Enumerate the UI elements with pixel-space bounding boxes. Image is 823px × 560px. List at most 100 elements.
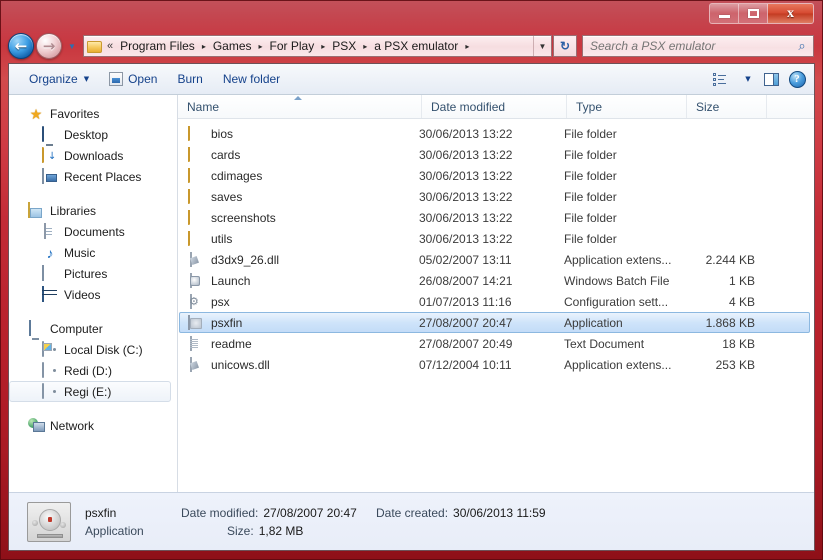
file-size-cell: 4 KB xyxy=(728,294,755,309)
breadcrumb-item-program-files[interactable]: Program Files xyxy=(117,38,198,54)
column-header-name[interactable]: Name xyxy=(178,95,422,118)
chevron-right-icon[interactable]: ▸ xyxy=(359,42,371,51)
breadcrumb-item-psx[interactable]: PSX xyxy=(329,38,359,54)
breadcrumb[interactable]: « Program Files ▸ Games ▸ For Play ▸ PSX… xyxy=(84,36,533,56)
table-row[interactable]: cdimages 30/06/2013 13:22 File folder xyxy=(179,165,810,186)
file-date-cell: 27/08/2007 20:49 xyxy=(419,336,513,351)
minimize-button[interactable] xyxy=(710,4,739,23)
sidebar-item-local-disk-c[interactable]: Local Disk (C:) xyxy=(9,339,177,360)
sidebar-group-label: Favorites xyxy=(50,106,100,121)
file-date-cell: 26/08/2007 14:21 xyxy=(419,273,513,288)
address-dropdown-button[interactable]: ▼ xyxy=(533,36,551,56)
file-name-label: screenshots xyxy=(211,210,276,225)
table-row[interactable]: screenshots 30/06/2013 13:22 File folder xyxy=(179,207,810,228)
view-dropdown-button[interactable]: ▼ xyxy=(732,68,758,91)
preview-pane-button[interactable] xyxy=(758,68,784,91)
command-bar: Organize ▼ Open Burn New folder ▼ ? xyxy=(9,64,814,95)
file-type-cell: File folder xyxy=(564,210,617,225)
details-file-name: psxfin xyxy=(85,505,117,520)
recent-locations-button[interactable]: ▼ xyxy=(65,33,79,59)
table-row[interactable]: utils 30/06/2013 13:22 File folder xyxy=(179,228,810,249)
search-icon[interactable]: ⌕ xyxy=(791,38,813,54)
table-row[interactable]: readme 27/08/2007 20:49 Text Document 18 KB xyxy=(179,333,810,354)
explorer-window: x ← → ▼ « Program Files ▸ Games ▸ For Pl… xyxy=(0,0,823,560)
refresh-icon: ↻ xyxy=(559,39,571,53)
search-box[interactable]: ⌕ xyxy=(582,35,814,57)
chevron-right-icon[interactable]: ▸ xyxy=(461,42,473,51)
sidebar-group-network[interactable]: Network xyxy=(9,415,177,436)
sidebar-item-label: Desktop xyxy=(64,127,109,142)
file-size-cell: 1 KB xyxy=(728,273,755,288)
breadcrumb-item-a-psx-emulator[interactable]: a PSX emulator xyxy=(371,38,461,54)
breadcrumb-item-games[interactable]: Games xyxy=(210,38,255,54)
table-row[interactable]: bios 30/06/2013 13:22 File folder xyxy=(179,123,810,144)
breadcrumb-overflow-icon[interactable]: « xyxy=(105,40,117,52)
sidebar-item-regi-e[interactable]: Regi (E:) xyxy=(9,381,171,402)
sidebar-item-pictures[interactable]: Pictures xyxy=(9,263,177,284)
column-header-date-modified[interactable]: Date modified xyxy=(422,95,567,118)
sidebar-item-label: Redi (D:) xyxy=(64,363,113,378)
sidebar-item-documents[interactable]: Documents xyxy=(9,221,177,242)
open-button[interactable]: Open xyxy=(99,68,167,91)
new-folder-button[interactable]: New folder xyxy=(213,68,290,91)
burn-button[interactable]: Burn xyxy=(167,68,212,91)
body-split: ★ Favorites Desktop ↓ Downloads Recent P… xyxy=(9,95,814,492)
forward-arrow-icon: → xyxy=(42,36,56,55)
sidebar-item-downloads[interactable]: ↓ Downloads xyxy=(9,145,177,166)
chevron-right-icon[interactable]: ▸ xyxy=(317,42,329,51)
organize-button[interactable]: Organize ▼ xyxy=(19,68,99,91)
table-row[interactable]: saves 30/06/2013 13:22 File folder xyxy=(179,186,810,207)
chevron-right-icon[interactable]: ▸ xyxy=(255,42,267,51)
table-row[interactable]: psx 01/07/2013 11:16 Configuration sett...… xyxy=(179,291,810,312)
column-header-label: Date modified xyxy=(431,99,506,114)
file-name-label: d3dx9_26.dll xyxy=(211,252,280,267)
maximize-button[interactable] xyxy=(739,4,768,23)
details-line-primary: psxfin Date modified: 27/08/2007 20:47 D… xyxy=(85,506,546,520)
sidebar-item-redi-d[interactable]: Redi (D:) xyxy=(9,360,177,381)
chevron-right-icon[interactable]: ▸ xyxy=(198,42,210,51)
help-button[interactable]: ? xyxy=(784,68,810,91)
window-controls: x xyxy=(709,3,814,24)
sidebar-item-music[interactable]: ♪ Music xyxy=(9,242,177,263)
back-button[interactable]: ← xyxy=(8,33,34,59)
table-row[interactable]: psxfin 27/08/2007 20:47 Application 1.868 K… xyxy=(179,312,810,333)
sidebar-group-libraries[interactable]: Libraries xyxy=(9,200,177,221)
file-size-cell: 1.868 KB xyxy=(705,315,755,330)
file-size-cell: 2.244 KB xyxy=(705,252,755,267)
column-header-size[interactable]: Size xyxy=(687,95,767,118)
libraries-icon xyxy=(28,201,44,219)
column-header-label: Size xyxy=(696,99,720,114)
file-name-cell: readme xyxy=(180,335,419,352)
details-date-created: Date created: 30/06/2013 11:59 xyxy=(376,506,546,520)
file-date-cell: 30/06/2013 13:22 xyxy=(419,126,513,141)
batch-file-icon xyxy=(188,272,204,289)
hard-drive-icon xyxy=(42,340,58,358)
table-row[interactable]: Launch 26/08/2007 14:21 Windows Batch File… xyxy=(179,270,810,291)
file-name-label: Launch xyxy=(211,273,251,288)
back-arrow-icon: ← xyxy=(14,36,28,55)
refresh-button[interactable]: ↻ xyxy=(553,35,577,57)
sidebar-item-desktop[interactable]: Desktop xyxy=(9,124,177,145)
column-header-type[interactable]: Type xyxy=(567,95,687,118)
table-row[interactable]: d3dx9_26.dll 05/02/2007 13:11 Application … xyxy=(179,249,810,270)
table-row[interactable]: unicows.dll 07/12/2004 10:11 Application e… xyxy=(179,354,810,375)
sort-ascending-icon xyxy=(294,96,302,100)
breadcrumb-item-for-play[interactable]: For Play xyxy=(267,38,318,54)
open-icon xyxy=(109,72,124,86)
documents-icon xyxy=(42,222,58,240)
search-input[interactable] xyxy=(583,39,791,53)
sidebar-item-label: Local Disk (C:) xyxy=(64,342,143,357)
pictures-icon xyxy=(42,264,58,282)
file-type-cell: Text Document xyxy=(564,336,645,351)
sidebar-item-label: Music xyxy=(64,245,96,260)
close-button[interactable]: x xyxy=(768,4,813,23)
computer-icon xyxy=(28,319,44,337)
table-row[interactable]: cards 30/06/2013 13:22 File folder xyxy=(179,144,810,165)
sidebar-group-favorites[interactable]: ★ Favorites xyxy=(9,103,177,124)
sidebar-group-computer[interactable]: Computer xyxy=(9,318,177,339)
sidebar-item-videos[interactable]: Videos xyxy=(9,284,177,305)
forward-button[interactable]: → xyxy=(36,33,62,59)
change-view-button[interactable] xyxy=(706,68,732,91)
address-bar[interactable]: « Program Files ▸ Games ▸ For Play ▸ PSX… xyxy=(83,35,552,57)
sidebar-item-recent-places[interactable]: Recent Places xyxy=(9,166,177,187)
